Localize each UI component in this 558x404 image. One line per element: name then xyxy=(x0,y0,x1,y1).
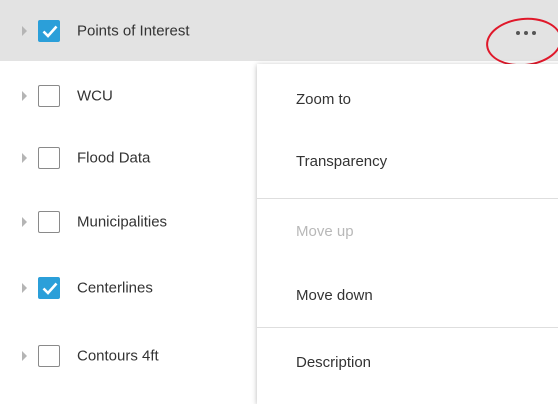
menu-item-zoom-to[interactable]: Zoom to xyxy=(257,66,558,132)
layer-row-points-of-interest[interactable]: Points of Interest xyxy=(0,0,558,61)
layer-context-menu: Zoom to Transparency Move up Move down D… xyxy=(257,64,558,404)
layer-label: Flood Data xyxy=(77,149,151,166)
layer-label: WCU xyxy=(77,87,113,104)
layer-checkbox[interactable] xyxy=(38,146,60,169)
layer-label: Centerlines xyxy=(77,279,153,296)
menu-item-transparency[interactable]: Transparency xyxy=(257,128,558,194)
caret-right-icon[interactable] xyxy=(22,152,27,163)
caret-right-icon[interactable] xyxy=(22,25,27,36)
caret-right-icon[interactable] xyxy=(22,90,27,101)
checkmark-icon xyxy=(42,25,58,38)
caret-right-icon[interactable] xyxy=(22,282,27,293)
menu-item-description[interactable]: Description xyxy=(257,329,558,395)
layer-checkbox[interactable] xyxy=(38,19,60,42)
menu-divider xyxy=(257,327,558,328)
layer-label: Municipalities xyxy=(77,213,168,230)
layer-checkbox[interactable] xyxy=(38,344,60,367)
checkmark-icon xyxy=(42,282,58,295)
layer-label: Contours 4ft xyxy=(77,347,159,364)
menu-item-move-up: Move up xyxy=(296,222,354,240)
layer-checkbox[interactable] xyxy=(38,276,60,299)
caret-right-icon[interactable] xyxy=(22,216,27,227)
menu-item-move-down[interactable]: Move down xyxy=(257,262,558,328)
layer-list: Points of Interest WCU Flood Data Munici… xyxy=(0,0,558,404)
layer-label: Points of Interest xyxy=(77,22,190,39)
layer-checkbox[interactable] xyxy=(38,210,60,233)
layer-checkbox[interactable] xyxy=(38,84,60,107)
caret-right-icon[interactable] xyxy=(22,350,27,361)
